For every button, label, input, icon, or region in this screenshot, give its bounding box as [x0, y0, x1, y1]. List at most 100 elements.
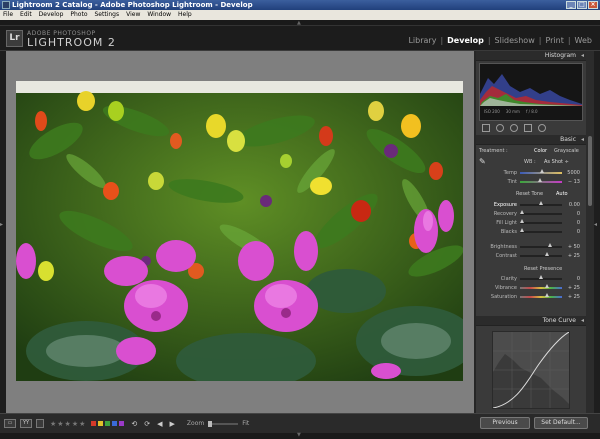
- treatment-row: Treatment : Color Grayscale: [479, 147, 579, 155]
- previous-button[interactable]: Previous: [480, 417, 530, 429]
- vibrance-knob[interactable]: [545, 284, 549, 288]
- blacks-knob[interactable]: [520, 228, 524, 232]
- temp-knob[interactable]: [540, 169, 544, 173]
- menu-develop[interactable]: Develop: [39, 10, 64, 20]
- contrast-slider-row[interactable]: Contrast + 25: [476, 252, 586, 260]
- zoom-value[interactable]: Fit: [242, 420, 249, 427]
- window-title: Lightroom 2 Catalog - Adobe Photoshop Li…: [12, 1, 253, 9]
- auto-tone-button[interactable]: Auto: [556, 190, 568, 198]
- zoom-slider[interactable]: [208, 420, 239, 427]
- menu-bar: File Edit Develop Photo Settings View Wi…: [0, 10, 600, 20]
- menu-help[interactable]: Help: [178, 10, 192, 20]
- expand-filmstrip-icon[interactable]: ▼: [297, 433, 301, 438]
- reset-presence-button[interactable]: Reset Presence: [524, 265, 562, 273]
- wb-dropdown[interactable]: As Shot ÷: [544, 158, 569, 166]
- basic-panel-header[interactable]: Basic: [476, 135, 586, 145]
- saturation-slider-row[interactable]: Saturation + 25: [476, 293, 586, 301]
- right-panel: Histogram ISO 200 30 mm f / 8.0 Basic Tr…: [476, 51, 586, 413]
- image-canvas[interactable]: [6, 51, 474, 413]
- minimize-button[interactable]: _: [566, 1, 576, 9]
- tone-curve-panel-header[interactable]: Tone Curve: [476, 316, 586, 326]
- exposure-slider-row[interactable]: Exposure 0.00: [476, 201, 586, 209]
- label-yellow-icon[interactable]: [98, 421, 104, 426]
- right-panel-toggle[interactable]: ◂: [594, 51, 600, 413]
- photo-preview[interactable]: [16, 81, 463, 381]
- reset-tone-button[interactable]: Reset Tone: [516, 190, 543, 198]
- adjustment-brush-icon[interactable]: [538, 124, 546, 132]
- photo-image: [16, 81, 463, 381]
- next-photo-icon[interactable]: ▶: [170, 420, 175, 428]
- scrollbar-thumb[interactable]: [588, 136, 592, 206]
- graduated-filter-icon[interactable]: [524, 124, 532, 132]
- clarity-knob[interactable]: [539, 275, 543, 279]
- menu-photo[interactable]: Photo: [70, 10, 87, 20]
- focal-length: 30 mm: [505, 109, 520, 114]
- contrast-knob[interactable]: [545, 252, 549, 256]
- module-develop[interactable]: Develop: [447, 36, 484, 45]
- label-blue-icon[interactable]: [112, 421, 118, 426]
- label-green-icon[interactable]: [105, 421, 111, 426]
- label-red-icon[interactable]: [91, 421, 97, 426]
- before-after-icon[interactable]: YY: [20, 419, 32, 428]
- bottom-panel-toggle-strip[interactable]: ▼: [0, 433, 600, 439]
- label-purple-icon[interactable]: [119, 421, 125, 426]
- exposure-knob[interactable]: [539, 201, 543, 205]
- rating-stars[interactable]: ★★★★★: [50, 420, 86, 428]
- wb-row: ✎ WB : As Shot ÷: [479, 157, 569, 166]
- fill-light-slider-row[interactable]: Fill Light 0: [476, 219, 586, 227]
- histogram-graph: [480, 74, 582, 106]
- vibrance-slider-row[interactable]: Vibrance + 25: [476, 284, 586, 292]
- treatment-grayscale[interactable]: Grayscale: [554, 147, 579, 155]
- set-default-button[interactable]: Set Default...: [534, 417, 588, 429]
- histogram-panel-header[interactable]: Histogram: [476, 51, 586, 61]
- iso-value: ISO 200: [484, 109, 500, 114]
- module-print[interactable]: Print: [545, 36, 563, 45]
- module-picker: Library | Develop | Slideshow | Print | Web: [408, 36, 592, 45]
- expand-left-icon[interactable]: ▸: [0, 221, 3, 228]
- menu-window[interactable]: Window: [147, 10, 171, 20]
- tone-header: Reset Tone Auto: [476, 190, 586, 198]
- crop-tool-icon[interactable]: [482, 124, 490, 132]
- rotate-left-icon[interactable]: ⟲: [131, 420, 137, 428]
- flag-icon[interactable]: [36, 419, 44, 428]
- treatment-color[interactable]: Color: [534, 147, 547, 155]
- zoom-label: Zoom: [186, 420, 205, 427]
- menu-edit[interactable]: Edit: [20, 10, 32, 20]
- brightness-slider-row[interactable]: Brightness + 50: [476, 243, 586, 251]
- clarity-slider-row[interactable]: Clarity 0: [476, 275, 586, 283]
- previous-photo-icon[interactable]: ◀: [157, 420, 162, 428]
- zoom-knob[interactable]: [208, 420, 213, 427]
- aperture-value: f / 8.0: [525, 109, 538, 114]
- lightroom-logo: Lr: [6, 30, 23, 47]
- histogram-exif-info: ISO 200 30 mm f / 8.0: [484, 109, 538, 114]
- app-icon: [2, 1, 10, 9]
- blacks-slider-row[interactable]: Blacks 0: [476, 228, 586, 236]
- red-eye-icon[interactable]: [510, 124, 518, 132]
- menu-file[interactable]: File: [3, 10, 13, 20]
- brightness-knob[interactable]: [548, 243, 552, 247]
- rotate-right-icon[interactable]: ⟳: [144, 420, 150, 428]
- right-panel-scrollbar[interactable]: [586, 51, 594, 413]
- recovery-slider-row[interactable]: Recovery 0: [476, 210, 586, 218]
- loupe-view-icon[interactable]: ▭: [4, 419, 16, 428]
- fill-light-knob[interactable]: [520, 219, 524, 223]
- eyedropper-icon[interactable]: ✎: [479, 158, 486, 166]
- module-slideshow[interactable]: Slideshow: [495, 36, 535, 45]
- tint-knob[interactable]: [538, 178, 542, 182]
- tool-strip: [476, 121, 586, 135]
- maximize-button[interactable]: □: [577, 1, 587, 9]
- spot-removal-icon[interactable]: [496, 124, 504, 132]
- tone-curve-graph[interactable]: [492, 331, 570, 409]
- recovery-knob[interactable]: [520, 210, 524, 214]
- module-web[interactable]: Web: [575, 36, 592, 45]
- collapse-right-icon[interactable]: ◂: [594, 221, 597, 228]
- window-titlebar: Lightroom 2 Catalog - Adobe Photoshop Li…: [0, 0, 600, 10]
- menu-view[interactable]: View: [126, 10, 140, 20]
- presence-header: Reset Presence: [476, 265, 586, 273]
- saturation-knob[interactable]: [545, 293, 549, 297]
- tint-slider-row[interactable]: Tint − 13: [476, 178, 586, 186]
- close-button[interactable]: ×: [588, 1, 598, 9]
- temp-slider-row[interactable]: Temp 5000: [476, 169, 586, 177]
- module-library[interactable]: Library: [408, 36, 436, 45]
- menu-settings[interactable]: Settings: [95, 10, 120, 20]
